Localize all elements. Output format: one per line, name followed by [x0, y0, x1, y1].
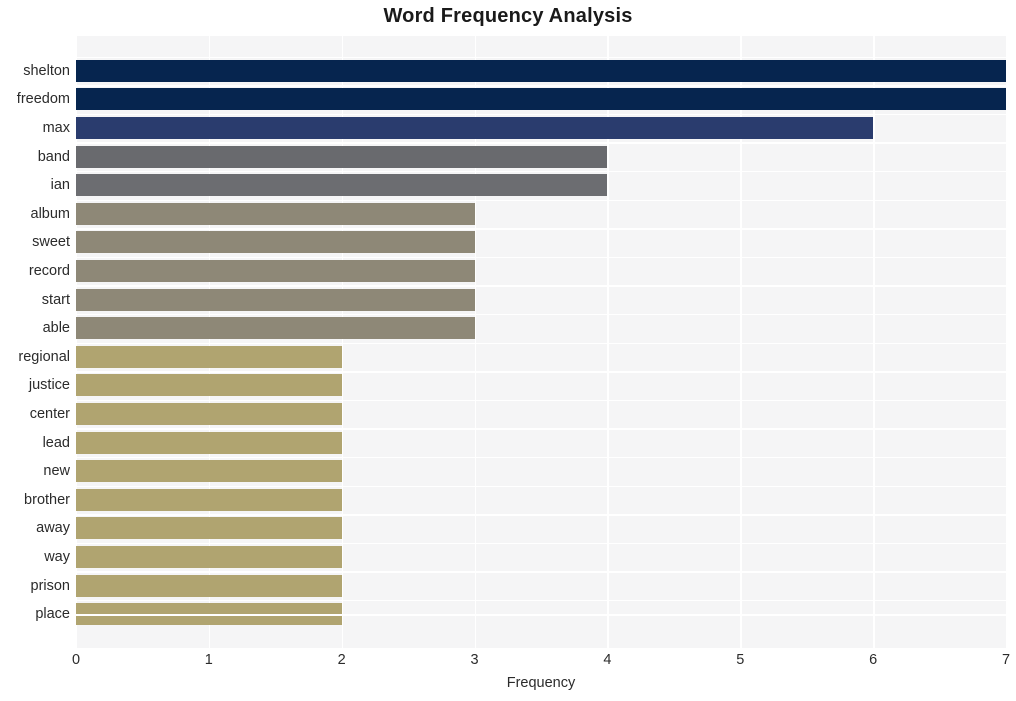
y-axis-tick-label: freedom: [16, 91, 70, 108]
bar: [76, 374, 342, 397]
y-gridline: [76, 571, 1006, 573]
y-gridline: [76, 142, 1006, 144]
y-axis-labels: shelton freedom max band ian album sweet record…: [0, 36, 70, 648]
y-gridline: [76, 371, 1006, 373]
bar: [76, 145, 608, 168]
bar: [76, 317, 475, 340]
y-gridline: [76, 285, 1006, 287]
y-axis-tick-label: max: [42, 120, 70, 137]
bar: [76, 231, 475, 254]
x-axis-tick-label: 2: [337, 652, 346, 668]
bar: [76, 260, 475, 283]
y-axis-tick-label: record: [28, 263, 70, 280]
bar: [76, 59, 1006, 82]
y-axis-tick-label: way: [44, 549, 70, 566]
y-gridline: [76, 599, 1006, 602]
bar: [76, 202, 475, 225]
bar: [76, 403, 342, 426]
bar: [76, 546, 342, 569]
x-axis-tick-label: 3: [470, 652, 479, 668]
y-gridline: [76, 542, 1006, 545]
y-axis-tick-label: start: [41, 291, 70, 308]
y-axis-tick-label: center: [29, 406, 70, 423]
y-axis-tick-label: away: [36, 520, 70, 537]
y-axis-tick-label: brother: [24, 491, 70, 508]
bar: [76, 517, 342, 540]
y-axis-tick-label: sweet: [32, 234, 70, 251]
y-gridline: [76, 313, 1006, 316]
y-axis-tick-label: justice: [28, 377, 70, 394]
x-axis-tick-label: 6: [869, 652, 878, 668]
bar: [76, 574, 342, 597]
y-gridline: [76, 228, 1006, 230]
plot-area: [76, 36, 1006, 648]
y-gridline: [76, 199, 1006, 201]
y-axis-tick-label: regional: [18, 348, 70, 365]
y-gridline: [76, 342, 1006, 344]
y-gridline: [76, 514, 1006, 516]
y-gridline: [76, 256, 1006, 259]
y-gridline: [76, 113, 1006, 116]
y-gridline: [76, 85, 1006, 87]
y-axis-tick-label: lead: [42, 434, 70, 451]
word-frequency-bar-chart: Word Frequency Analysis shelton freedom ma…: [0, 0, 1016, 701]
y-axis-tick-label: new: [43, 463, 70, 480]
y-gridline: [76, 614, 1006, 616]
y-gridline: [76, 56, 1006, 58]
x-axis-tick-label: 1: [204, 652, 213, 668]
x-axis-title: Frequency: [506, 675, 576, 691]
y-gridline: [76, 428, 1006, 430]
y-gridline: [76, 485, 1006, 487]
x-axis-tick-label: 5: [736, 652, 745, 668]
bar: [76, 345, 342, 368]
bar: [76, 460, 342, 483]
bar: [76, 488, 342, 511]
y-axis-tick-label: able: [42, 320, 70, 337]
y-axis-tick-label: ian: [50, 177, 70, 194]
y-axis-tick-label: place: [35, 606, 70, 623]
y-axis-tick-label: band: [37, 148, 70, 165]
bar: [76, 288, 475, 311]
x-axis-tick-labels: 0 1 2 3 4 5 6 7: [72, 652, 1010, 672]
y-gridline: [76, 456, 1006, 459]
x-axis-tick-label: 7: [1001, 652, 1011, 668]
bar: [76, 174, 608, 197]
x-axis-tick-label: 0: [71, 652, 81, 668]
y-axis-tick-label: shelton: [23, 62, 70, 79]
chart-title: Word Frequency Analysis: [383, 5, 633, 27]
y-gridline: [76, 399, 1006, 402]
x-axis-tick-label: 4: [603, 652, 612, 668]
bar: [76, 88, 1006, 111]
bar: [76, 431, 342, 454]
y-gridline: [76, 170, 1006, 173]
bar: [76, 117, 874, 140]
y-axis-tick-label: album: [30, 205, 71, 222]
y-axis-tick-label: prison: [30, 577, 71, 594]
